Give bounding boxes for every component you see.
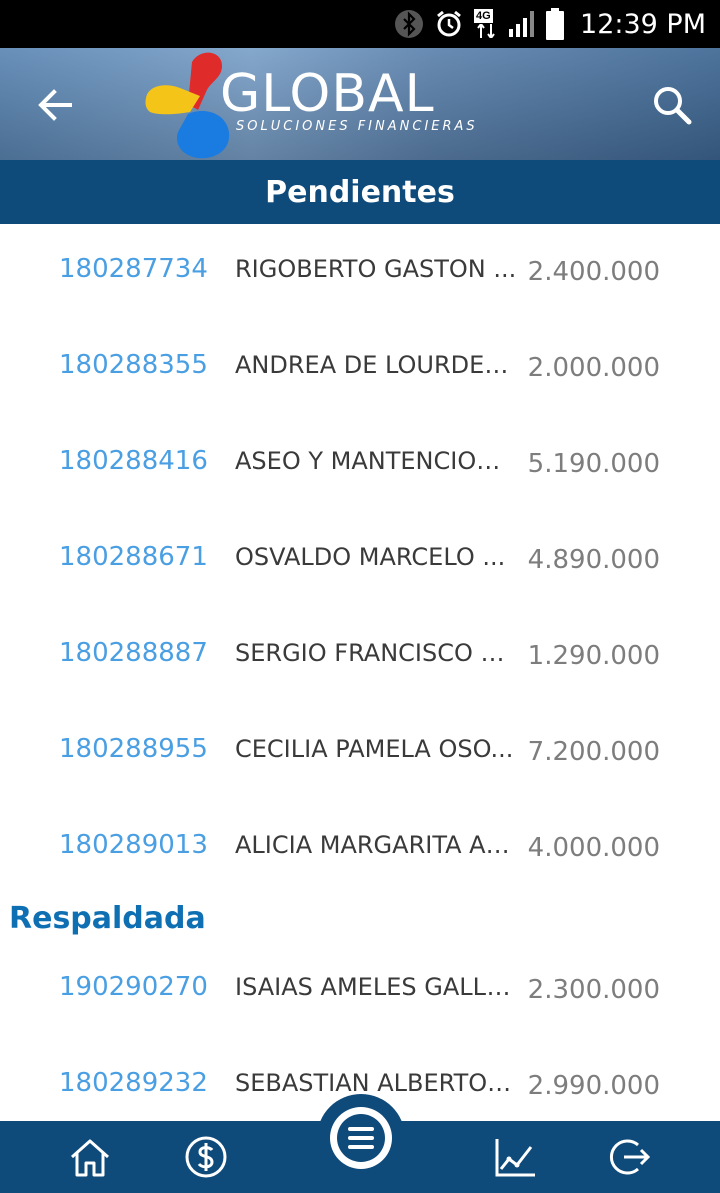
item-code[interactable]: 180289232 <box>59 1068 208 1098</box>
item-amount: 2.990.000 <box>527 1071 660 1101</box>
list-item[interactable]: 180288355 ANDREA DE LOURDES ... 2.000.00… <box>0 320 720 416</box>
item-amount: 2.300.000 <box>527 975 660 1005</box>
home-icon[interactable] <box>66 1133 114 1181</box>
item-amount: 4.000.000 <box>527 833 660 863</box>
page-title: Pendientes <box>265 174 455 210</box>
search-icon[interactable] <box>648 80 698 130</box>
status-bar: 4G 12:39 PM <box>0 0 720 48</box>
alarm-icon <box>437 10 461 37</box>
signal-icon <box>509 11 535 37</box>
network-4g-icon: 4G <box>474 9 498 39</box>
list-item[interactable]: 190290270 ISAIAS AMELES GALLA... 2.300.0… <box>0 942 720 1038</box>
clock: 12:39 PM <box>580 8 706 40</box>
list-item[interactable]: 180289013 ALICIA MARGARITA AR... 4.000.0… <box>0 800 720 896</box>
battery-icon <box>546 8 565 40</box>
item-amount: 2.400.000 <box>527 257 660 287</box>
page-title-bar: Pendientes <box>0 160 720 224</box>
menu-button-face[interactable] <box>330 1107 392 1169</box>
item-amount: 4.890.000 <box>527 545 660 575</box>
bluetooth-icon <box>395 10 424 38</box>
list-item[interactable]: 180288671 OSVALDO MARCELO ... 4.890.000 <box>0 512 720 608</box>
menu-icon[interactable] <box>330 1107 392 1169</box>
item-amount: 1.290.000 <box>527 641 660 671</box>
item-name: ISAIAS AMELES GALLA... <box>235 973 517 1001</box>
item-name: ALICIA MARGARITA AR... <box>235 831 517 859</box>
section-title-respaldada: Respaldada <box>9 901 206 936</box>
app-header: GLOBAL SOLUCIONES FINANCIERAS <box>0 48 720 160</box>
item-code[interactable]: 180289013 <box>59 830 208 860</box>
item-amount: 7.200.000 <box>527 737 660 767</box>
arrow-left-icon[interactable] <box>30 80 80 130</box>
menu-button[interactable] <box>317 1094 405 1182</box>
item-amount: 5.190.000 <box>527 449 660 479</box>
list-item[interactable]: 180288416 ASEO Y MANTENCION... 5.190.000 <box>0 416 720 512</box>
item-amount: 2.000.000 <box>527 353 660 383</box>
list-item[interactable]: 180287734 RIGOBERTO GASTON ... 2.400.000 <box>0 224 720 320</box>
item-name: OSVALDO MARCELO ... <box>235 543 506 571</box>
item-name: RIGOBERTO GASTON ... <box>235 255 517 283</box>
item-name: CECILIA PAMELA OSO... <box>235 735 514 763</box>
brand-tagline: SOLUCIONES FINANCIERAS <box>236 119 478 134</box>
dollar-icon[interactable] <box>182 1133 230 1181</box>
item-code[interactable]: 180288416 <box>59 446 208 476</box>
chart-icon[interactable] <box>491 1133 539 1181</box>
item-code[interactable]: 180288355 <box>59 350 208 380</box>
item-code[interactable]: 180288887 <box>59 638 208 668</box>
list-item[interactable]: 180288955 CECILIA PAMELA OSO... 7.200.00… <box>0 704 720 800</box>
network-label: 4G <box>474 9 493 23</box>
global-logo: GLOBAL SOLUCIONES FINANCIERAS <box>140 48 490 160</box>
list-item[interactable]: 180288887 SERGIO FRANCISCO Z... 1.290.00… <box>0 608 720 704</box>
item-name: ANDREA DE LOURDES ... <box>235 351 517 379</box>
pending-list: 180287734 RIGOBERTO GASTON ... 2.400.000… <box>0 224 720 1121</box>
item-name: ASEO Y MANTENCION... <box>235 447 517 475</box>
brand-name: GLOBAL <box>220 64 435 124</box>
item-code[interactable]: 180288955 <box>59 734 208 764</box>
logout-icon[interactable] <box>606 1133 654 1181</box>
item-code[interactable]: 180288671 <box>59 542 208 572</box>
item-name: SEBASTIAN ALBERTO S... <box>235 1069 517 1097</box>
item-code[interactable]: 180287734 <box>59 254 208 284</box>
item-name: SERGIO FRANCISCO Z... <box>235 639 517 667</box>
item-code[interactable]: 190290270 <box>59 972 208 1002</box>
